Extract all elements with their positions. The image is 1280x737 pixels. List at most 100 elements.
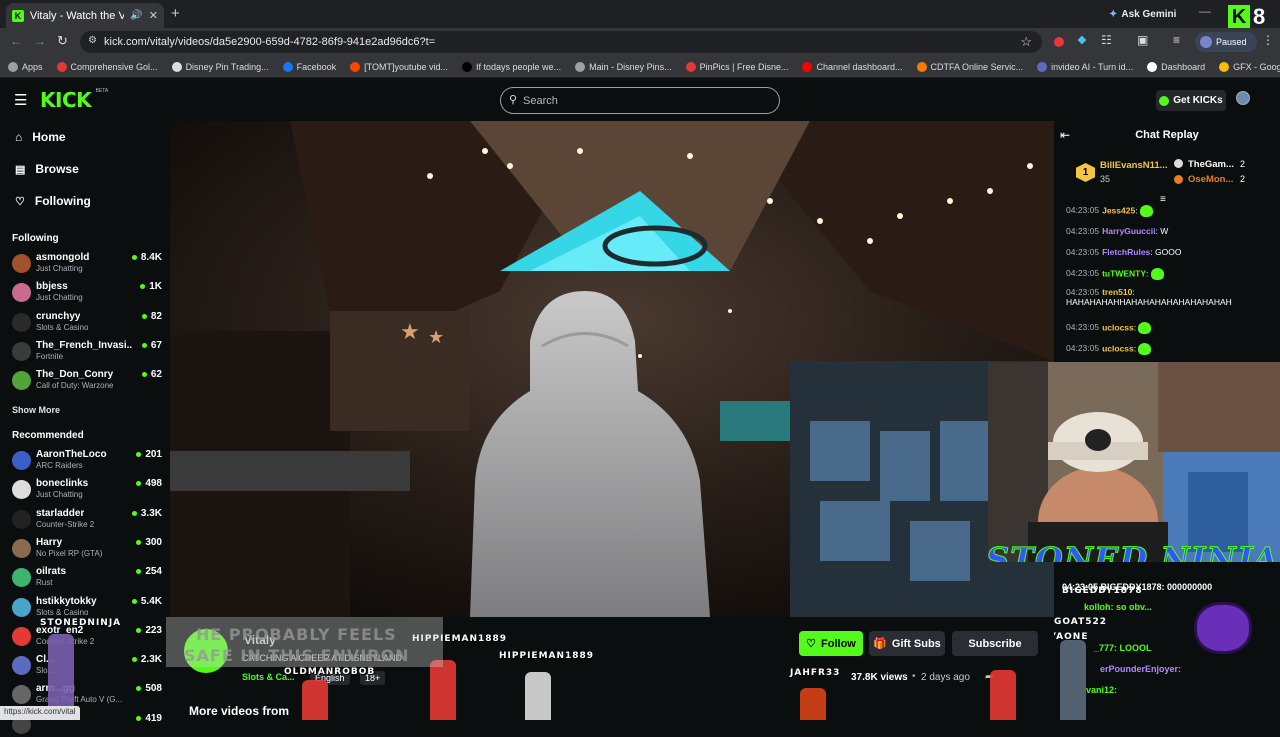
hamburger-menu-icon[interactable]: ☰: [14, 91, 27, 109]
corner-badge: K 8: [1228, 3, 1280, 31]
follow-button[interactable]: ♡ Follow: [799, 631, 863, 656]
chat-username[interactable]: uclocss: [1102, 322, 1134, 332]
gift-subs-button[interactable]: 🎁 Gift Subs: [869, 631, 945, 656]
chat-username[interactable]: uclocss: [1102, 343, 1134, 353]
tab-search-icon[interactable]: ▣: [1137, 33, 1148, 47]
stream-category[interactable]: Slots & Ca...: [242, 672, 295, 682]
show-more-link[interactable]: Show More: [12, 405, 60, 415]
chat-timestamp: 04:23:05: [1066, 247, 1100, 257]
browser-tab-bar: K Vitaly - Watch the VOD on 🔊 ✕ + ✦ Ask …: [0, 0, 1280, 31]
share-icon[interactable]: ➦: [985, 670, 994, 683]
nav-home-label: Home: [32, 130, 66, 144]
ask-gemini-button[interactable]: ✦ Ask Gemini: [1103, 5, 1182, 23]
get-kicks-button[interactable]: Get KICKs: [1156, 90, 1226, 111]
bookmark-item[interactable]: Comprehensive Gol...: [56, 61, 158, 72]
bookmark-favicon-icon: [8, 61, 18, 72]
chat-message: 04:23:05 uclocss:: [1066, 343, 1152, 355]
live-dot-icon: [136, 569, 142, 575]
viewer-count-value: 498: [145, 478, 162, 490]
chat-username[interactable]: tren510: [1102, 287, 1132, 297]
age-tag[interactable]: 18+: [360, 671, 386, 685]
chat-username[interactable]: HarryGuuccii: [1102, 226, 1155, 236]
streamer-avatar[interactable]: [184, 629, 228, 673]
bookmark-item[interactable]: Channel dashboard...: [802, 61, 903, 72]
forward-icon[interactable]: →: [34, 34, 46, 48]
minimize-window-icon[interactable]: —: [1199, 4, 1211, 18]
chat-username[interactable]: FletchRules: [1102, 247, 1150, 257]
channel-item[interactable]: hstikkytokky Slots & Casino 5.4K: [12, 594, 162, 620]
subscribe-button[interactable]: Subscribe: [952, 631, 1038, 656]
viewer-count: 201: [136, 449, 162, 460]
profile-paused-button[interactable]: Paused: [1195, 32, 1257, 52]
extensions-puzzle-icon[interactable]: ☷: [1101, 33, 1112, 47]
top-gifter-name[interactable]: BillEvansN11...: [1100, 160, 1168, 171]
channel-avatar: [12, 283, 31, 303]
bookmark-favicon-icon: [685, 61, 696, 72]
overlay-username-tag: GOAT522: [1054, 617, 1107, 627]
browser-menu-icon[interactable]: ⋮: [1262, 33, 1274, 47]
extension-translate-icon[interactable]: ❖: [1077, 34, 1087, 47]
tab-close-icon[interactable]: ✕: [149, 9, 158, 22]
emote-icon: [1139, 205, 1153, 217]
live-dot-icon: [140, 284, 146, 290]
nav-browse[interactable]: ▤ Browse: [15, 162, 79, 176]
site-info-icon[interactable]: ⚙: [88, 35, 97, 46]
channel-item[interactable]: crunchyy Slots & Casino 82: [12, 309, 162, 335]
pinned-chevron-icon[interactable]: ≡: [1160, 194, 1166, 205]
nav-following[interactable]: ♡ Following: [15, 194, 91, 208]
gifter-3-name[interactable]: OseMon...: [1188, 174, 1233, 185]
channel-item[interactable]: arm...gg Grand Theft Auto V (G... 508: [12, 681, 162, 707]
nav-home[interactable]: ⌂ Home: [15, 130, 66, 144]
gifter-2-name[interactable]: TheGam...: [1188, 159, 1234, 170]
media-control-icon[interactable]: ≡: [1173, 33, 1180, 47]
speaker-icon[interactable]: 🔊: [130, 10, 142, 21]
channel-category: Slots & Casino: [36, 322, 89, 332]
emote-icon: [1150, 268, 1164, 280]
channel-item[interactable]: AaronTheLoco ARC Raiders 201: [12, 447, 162, 473]
bookmark-item[interactable]: Dashboard: [1147, 61, 1205, 72]
bookmark-item[interactable]: Facebook: [282, 61, 336, 72]
bookmark-star-icon[interactable]: ☆: [1020, 34, 1032, 50]
paused-label: Paused: [1216, 37, 1247, 47]
bookmark-item[interactable]: Main - Disney Pins...: [575, 61, 672, 72]
chat-username[interactable]: Jess425: [1102, 205, 1135, 215]
channel-item[interactable]: asmongold Just Chatting 8.4K: [12, 250, 162, 276]
viewer-count: 1K: [140, 281, 162, 292]
bookmark-item[interactable]: GFX - Google Drive: [1219, 61, 1280, 72]
bookmark-item[interactable]: If todays people we...: [462, 61, 561, 72]
channel-item[interactable]: oilrats Rust 254: [12, 564, 162, 590]
channel-item[interactable]: boneclinks Just Chatting 498: [12, 476, 162, 502]
language-tag[interactable]: English: [310, 671, 350, 685]
viewer-count: 300: [136, 537, 162, 548]
video-player[interactable]: ★ ★: [170, 121, 1054, 617]
channel-item[interactable]: starladder Counter-Strike 2 3.3K: [12, 506, 162, 532]
live-dot-icon: [141, 313, 147, 319]
channel-item[interactable]: exotr_en2 Counter-Strike 2 223: [12, 623, 162, 649]
channel-item[interactable]: The_Don_Conry Call of Duty: Warzone 62: [12, 367, 162, 393]
channel-avatar: [12, 656, 31, 676]
bookmark-item[interactable]: Disney Pin Trading...: [171, 61, 269, 72]
chat-text: W: [1160, 226, 1169, 236]
reload-icon[interactable]: ↻: [57, 33, 68, 49]
back-icon[interactable]: ←: [10, 34, 22, 48]
channel-item[interactable]: bbjess Just Chatting 1K: [12, 279, 162, 305]
channel-item[interactable]: The_French_Invasi... Fortnite 67: [12, 338, 162, 364]
bookmark-item[interactable]: invideo AI - Turn id...: [1037, 61, 1133, 72]
url-field[interactable]: ⚙ kick.com/vitaly/videos/da5e2900-659d-4…: [80, 31, 1042, 53]
bookmark-item[interactable]: PinPics | Free Disne...: [685, 61, 788, 72]
kick-logo[interactable]: KICK BETA: [40, 88, 108, 112]
search-input[interactable]: ⚲ Search: [500, 87, 780, 114]
channel-item[interactable]: Cl... Slo... 2.3K: [12, 652, 162, 678]
browser-tab[interactable]: K Vitaly - Watch the VOD on 🔊 ✕: [6, 3, 164, 28]
bookmark-item[interactable]: Apps: [8, 61, 43, 72]
chat-timestamp: 04:23:05: [1066, 205, 1100, 216]
streamer-name[interactable]: Vitaly: [244, 633, 276, 647]
bookmark-item[interactable]: CDTFA Online Servic...: [916, 61, 1023, 72]
user-avatar[interactable]: [1236, 91, 1250, 105]
extension-red-icon[interactable]: [1054, 37, 1064, 47]
new-tab-button[interactable]: +: [171, 5, 180, 22]
chat-message: 04:23:05 HarryGuuccii: W: [1066, 226, 1168, 236]
bookmark-item[interactable]: [TOMT]youtube vid...: [350, 61, 448, 72]
channel-item[interactable]: Harry No Pixel RP (GTA) 300: [12, 535, 162, 561]
chat-username[interactable]: tuTWENTY: [1102, 268, 1146, 278]
